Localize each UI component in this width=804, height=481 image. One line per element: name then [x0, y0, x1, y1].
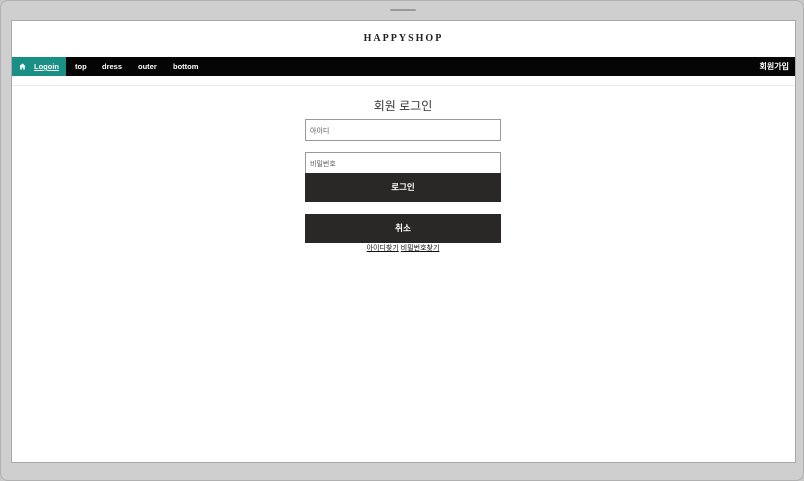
nav-signup-link[interactable]: 회원가입 [760, 57, 789, 76]
login-title: 회원 로그인 [373, 99, 433, 113]
nav-login-link[interactable]: Logoin [12, 57, 66, 76]
nav-item-top[interactable]: top [75, 57, 87, 76]
top-navbar: Logoin top dress outer bottom 회원가입 [12, 57, 795, 76]
find-id-link[interactable]: 아이디찾기 [367, 245, 399, 252]
nav-item-outer[interactable]: outer [138, 57, 157, 76]
id-input[interactable] [306, 121, 500, 142]
header-divider [12, 85, 795, 86]
site-logo[interactable]: HAPPYSHOP [12, 33, 795, 44]
nav-item-bottom[interactable]: bottom [173, 57, 198, 76]
find-password-link[interactable]: 비밀번호찾기 [401, 245, 440, 252]
id-field[interactable] [305, 119, 501, 142]
device-notch [390, 9, 416, 11]
device-frame: HAPPYSHOP Logoin top dress outer bottom … [0, 0, 804, 481]
password-input[interactable] [306, 154, 500, 175]
login-button[interactable]: 로그인 [305, 173, 501, 202]
nav-login-label: Logoin [34, 62, 59, 71]
password-field[interactable] [305, 152, 501, 175]
account-recovery-links: 아이디찾기 비밀번호찾기 [305, 243, 501, 253]
browser-viewport: HAPPYSHOP Logoin top dress outer bottom … [11, 20, 796, 463]
home-icon [19, 63, 26, 70]
cancel-button[interactable]: 취소 [305, 214, 501, 243]
nav-item-dress[interactable]: dress [102, 57, 122, 76]
